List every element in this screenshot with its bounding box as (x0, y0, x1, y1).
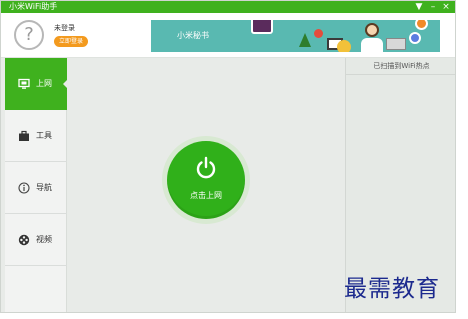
app-window: 小米WiFi助手 ▼ – × ? 未登录 立即登录 小米秘书 上网 工具 导航 … (0, 0, 456, 313)
person-body-illustration (361, 38, 383, 52)
power-button-label: 点击上网 (190, 191, 222, 200)
sidebar: 上网 工具 导航 视频 (5, 58, 68, 312)
window-title: 小米WiFi助手 (9, 2, 58, 11)
sidebar-item-tools[interactable]: 工具 (5, 110, 67, 162)
video-icon (18, 234, 30, 245)
sidebar-item-navigation[interactable]: 导航 (5, 162, 67, 214)
sidebar-item-video[interactable]: 视频 (5, 214, 67, 266)
title-bar: 小米WiFi助手 ▼ – × (1, 1, 455, 13)
sidebar-item-label: 导航 (36, 183, 52, 192)
power-icon (196, 156, 216, 179)
header: ? 未登录 立即登录 小米秘书 (1, 13, 455, 58)
sidebar-item-internet[interactable]: 上网 (5, 58, 68, 110)
close-button[interactable]: × (440, 1, 452, 13)
info-icon (18, 181, 30, 194)
laptop-illustration-icon (386, 38, 406, 50)
person-head-illustration (365, 23, 379, 37)
clock-illustration-icon (409, 32, 421, 44)
tv-illustration-icon (251, 20, 273, 34)
fan-illustration-icon (337, 40, 351, 52)
help-icon[interactable]: ? (14, 20, 44, 50)
power-button-ring: 点击上网 (162, 136, 250, 224)
toolbox-icon (19, 130, 29, 141)
wifi-hotspot-panel-title: 已扫描到WiFi热点 (346, 58, 455, 75)
plant-illustration-icon (299, 33, 311, 47)
banner-label: 小米秘书 (177, 31, 209, 40)
login-status: 未登录 (54, 24, 75, 32)
sidebar-item-label: 工具 (36, 131, 52, 140)
watermark-text: 最需教育 (344, 276, 440, 302)
minimize-button[interactable]: – (427, 1, 439, 13)
sidebar-item-label: 视频 (36, 235, 52, 244)
sidebar-item-label: 上网 (36, 79, 52, 88)
monitor-icon (18, 78, 30, 89)
alarm-illustration-icon (415, 20, 428, 30)
promo-banner[interactable]: 小米秘书 (151, 20, 440, 52)
main-area: 点击上网 (67, 58, 345, 312)
wifi-menu-icon[interactable]: ▼ (413, 1, 425, 13)
connect-power-button[interactable]: 点击上网 (167, 141, 245, 219)
lamp-illustration-icon (314, 29, 323, 38)
login-button[interactable]: 立即登录 (54, 36, 89, 47)
